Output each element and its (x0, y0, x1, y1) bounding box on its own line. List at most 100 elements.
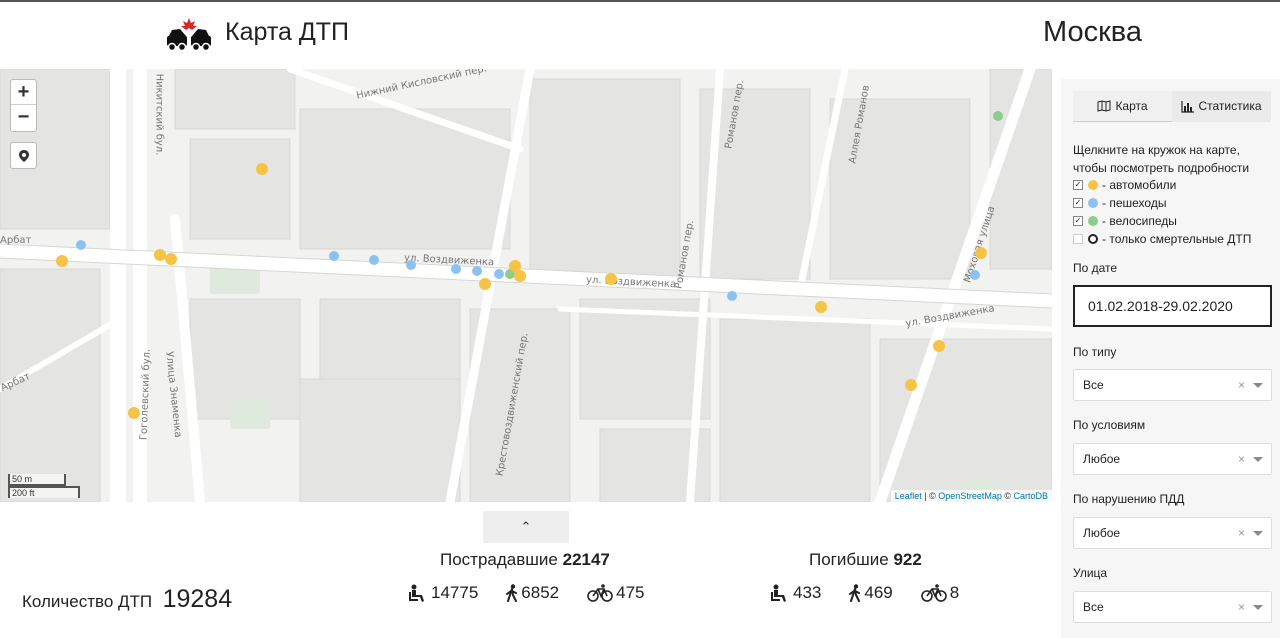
clear-icon[interactable]: × (1238, 370, 1245, 400)
legend-fatal[interactable]: - только смертельные ДТП (1073, 230, 1251, 248)
tab-statistics-label: Статистика (1198, 99, 1262, 113)
violation-select-value: Любое (1083, 526, 1121, 540)
count-value: 19284 (162, 585, 233, 613)
accident-marker-car[interactable] (815, 301, 827, 313)
legend-pedestrians[interactable]: ✓ - пешеходы (1073, 194, 1251, 212)
chevron-down-icon[interactable] (1253, 605, 1263, 610)
fatal-checkbox[interactable] (1073, 234, 1083, 244)
count-label: Количество ДТП (22, 592, 153, 611)
leaflet-link[interactable]: Leaflet (895, 491, 922, 501)
injured-drivers: 14775 (408, 583, 478, 603)
filter-panel: Карта Статистика Щелкните на кружок на к… (1061, 79, 1280, 638)
pedestrian-icon (506, 584, 518, 602)
street-select-value: Все (1083, 600, 1104, 614)
street-select[interactable]: Все × (1073, 591, 1272, 623)
accident-marker-car[interactable] (128, 407, 140, 419)
injured-drivers-value: 14775 (431, 583, 479, 602)
accident-marker-pedestrian[interactable] (369, 255, 379, 265)
killed-total: 922 (893, 550, 922, 569)
conditions-select-value: Любое (1083, 452, 1121, 466)
accident-marker-pedestrian[interactable] (451, 264, 461, 274)
scale-bar: 50 m 200 ft (8, 474, 80, 498)
osm-link[interactable]: OpenStreetMap (938, 491, 1002, 501)
accident-marker-pedestrian[interactable] (970, 270, 980, 280)
killed-drivers: 433 (770, 583, 821, 603)
app-header: Карта ДТП Москва (0, 2, 1280, 69)
type-select-value: Все (1083, 378, 1104, 392)
accident-marker-car[interactable] (154, 249, 166, 261)
map-hint: Щелкните на кружок на карте, чтобы посмо… (1073, 143, 1250, 175)
clear-icon[interactable]: × (1238, 592, 1245, 622)
map-attribution: Leaflet | © OpenStreetMap © CartoDB (890, 490, 1052, 502)
legend-bicycles[interactable]: ✓ - велосипеды (1073, 212, 1251, 230)
map[interactable]: ул. Воздвиженка ул. Воздвиженка ул. Возд… (0, 69, 1052, 502)
panel-tabs: Карта Статистика (1073, 91, 1271, 122)
killed-cyclists-value: 8 (949, 583, 960, 602)
map-pin-icon (18, 149, 29, 162)
legend-pedestrians-label: - пешеходы (1102, 196, 1167, 210)
driver-icon (409, 584, 424, 602)
killed-pedestrians-value: 469 (864, 583, 893, 602)
injured-total: 22147 (562, 550, 610, 569)
accident-marker-car[interactable] (514, 270, 526, 282)
carto-link[interactable]: CartoDB (1013, 491, 1048, 501)
legend-bicycles-label: - велосипеды (1102, 214, 1177, 228)
zoom-out-button[interactable]: − (11, 105, 36, 130)
legend: ✓ - автомобили ✓ - пешеходы ✓ - велосипе… (1073, 176, 1251, 248)
injured-title: Пострадавшие 22147 (440, 550, 610, 570)
clear-icon[interactable]: × (1238, 444, 1245, 474)
killed-drivers-value: 433 (793, 583, 822, 602)
app-title: Карта ДТП (225, 18, 350, 46)
killed-title: Погибшие 922 (809, 550, 922, 570)
accident-marker-pedestrian[interactable] (329, 251, 339, 261)
accident-marker-car[interactable] (256, 163, 268, 175)
pedestrians-checkbox[interactable]: ✓ (1073, 198, 1083, 208)
injured-pedestrians-value: 6852 (521, 583, 560, 602)
violation-select[interactable]: Любое × (1073, 517, 1272, 549)
chevron-down-icon[interactable] (1253, 457, 1263, 462)
bicycles-checkbox[interactable]: ✓ (1073, 216, 1083, 226)
accident-marker-pedestrian[interactable] (472, 266, 482, 276)
tab-map[interactable]: Карта (1073, 91, 1172, 122)
tab-statistics[interactable]: Статистика (1172, 91, 1271, 122)
chevron-down-icon[interactable] (1253, 383, 1263, 388)
map-icon (1097, 100, 1111, 112)
bicycle-dot (1088, 216, 1098, 226)
accident-marker-pedestrian[interactable] (494, 269, 504, 279)
driver-icon (771, 584, 786, 602)
conditions-select[interactable]: Любое × (1073, 443, 1272, 475)
accident-markers (56, 111, 1003, 419)
locate-button[interactable] (10, 142, 37, 169)
accident-marker-pedestrian[interactable] (727, 291, 737, 301)
accident-marker-car[interactable] (605, 273, 617, 285)
fatal-dot (1088, 234, 1098, 244)
tab-map-label: Карта (1115, 98, 1148, 113)
violation-filter-label: По нарушению ПДД (1073, 492, 1185, 506)
accident-marker-car[interactable] (479, 278, 491, 290)
city-title: Москва (1043, 16, 1143, 48)
zoom-in-button[interactable]: + (11, 80, 36, 105)
accident-marker-pedestrian[interactable] (76, 240, 86, 250)
killed-cyclists: 8 (920, 583, 960, 603)
accident-marker-car[interactable] (56, 255, 68, 267)
killed-label: Погибшие (809, 550, 889, 569)
attribution-sep: | © (921, 491, 939, 501)
accident-marker-car[interactable] (165, 253, 177, 265)
clear-icon[interactable]: × (1238, 518, 1245, 548)
accident-marker-car[interactable] (933, 340, 945, 352)
injured-cyclists-value: 475 (616, 583, 645, 602)
legend-cars[interactable]: ✓ - автомобили (1073, 176, 1251, 194)
accident-marker-car[interactable] (905, 379, 917, 391)
injured-pedestrians: 6852 (506, 583, 559, 603)
scale-meters: 50 m (8, 474, 66, 486)
collapse-stats-button[interactable]: ⌃ (483, 511, 569, 543)
accident-marker-car[interactable] (975, 247, 987, 259)
accident-marker-bicycle[interactable] (993, 111, 1003, 121)
attribution-sep: © (1001, 491, 1014, 501)
cars-checkbox[interactable]: ✓ (1073, 180, 1083, 190)
date-range-input[interactable]: 01.02.2018-29.02.2020 (1073, 285, 1272, 327)
type-select[interactable]: Все × (1073, 369, 1272, 401)
accident-marker-pedestrian[interactable] (406, 260, 416, 270)
chevron-down-icon[interactable] (1253, 531, 1263, 536)
bar-chart-icon (1181, 100, 1195, 113)
